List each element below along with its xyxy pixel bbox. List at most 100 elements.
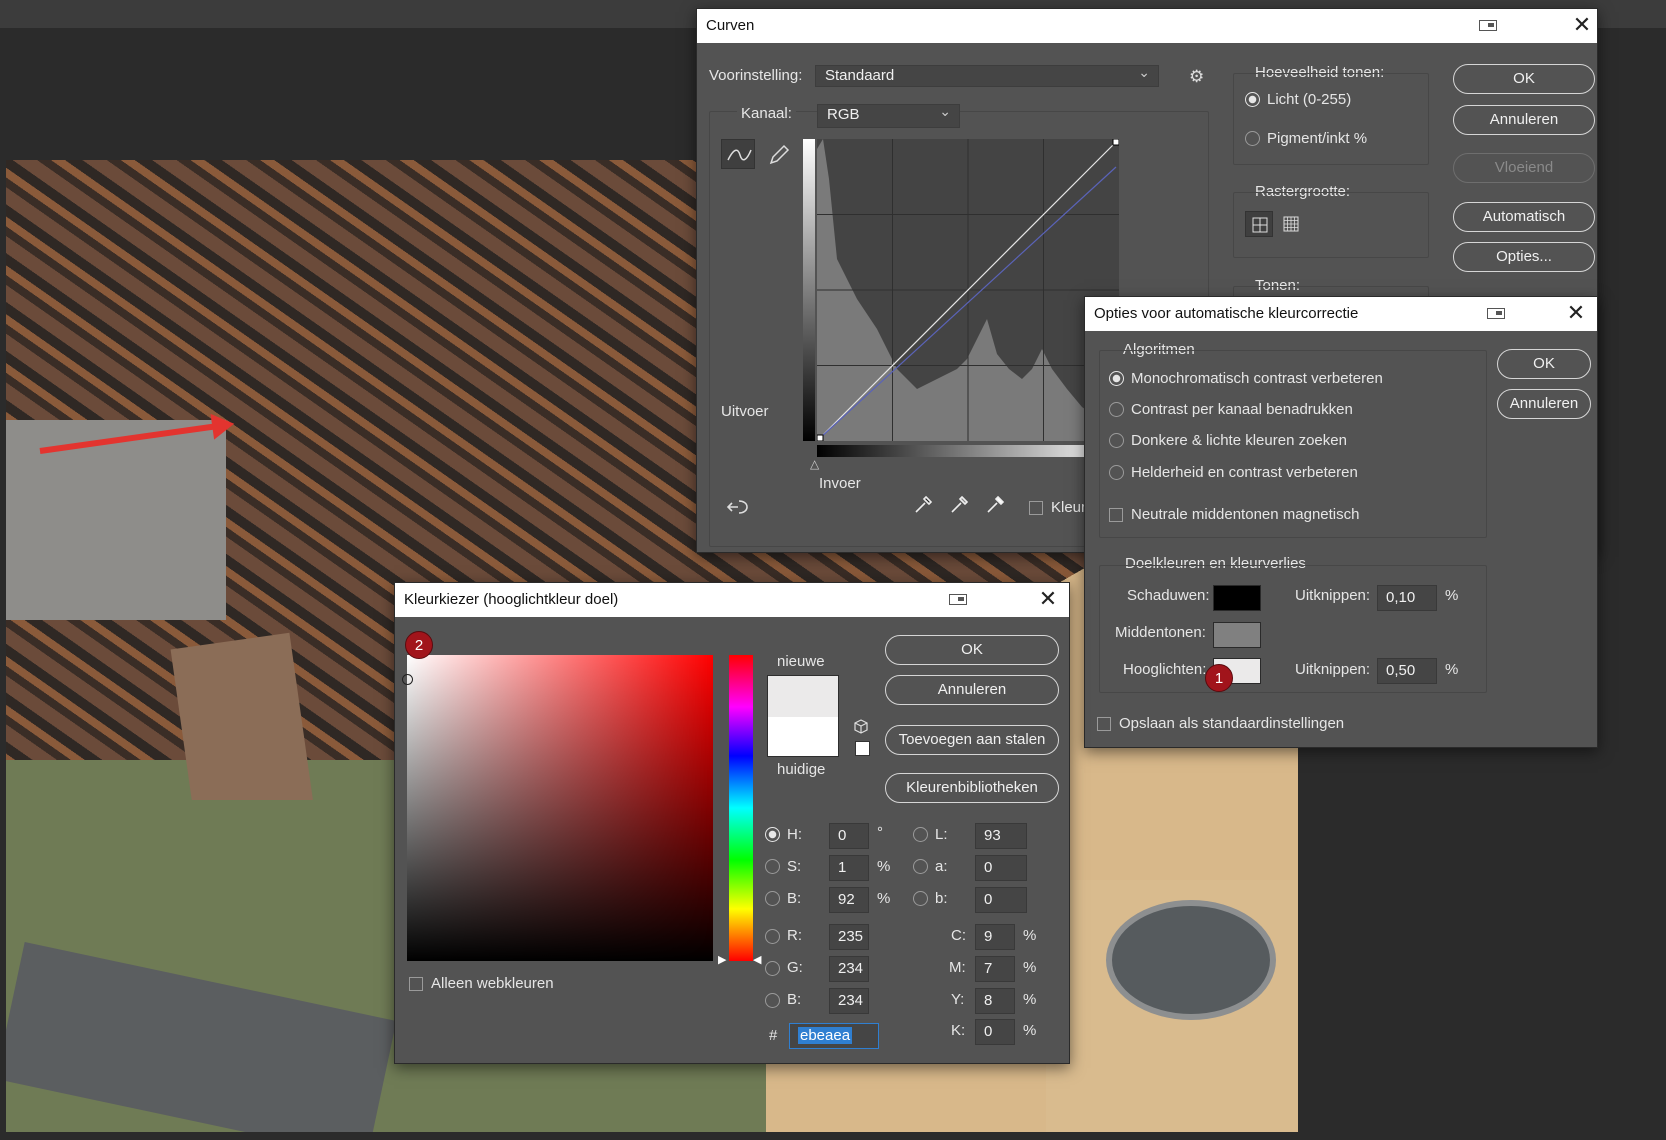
window-mode-icon[interactable] bbox=[949, 594, 967, 605]
shadows-swatch[interactable] bbox=[1213, 585, 1261, 611]
auto-options-ok-button[interactable]: OK bbox=[1497, 349, 1591, 379]
l-value: 93 bbox=[984, 827, 1001, 844]
algorithm-radio-1[interactable] bbox=[1109, 402, 1124, 417]
curve-point-tool[interactable] bbox=[721, 139, 755, 169]
clip-highlights-input[interactable]: 0,50 bbox=[1377, 658, 1437, 684]
snap-neutral-checkbox[interactable] bbox=[1109, 508, 1123, 522]
hex-hash-label: # bbox=[769, 1027, 778, 1044]
r-input[interactable]: 235 bbox=[829, 924, 869, 950]
window-mode-icon[interactable] bbox=[1487, 308, 1505, 319]
m-input[interactable]: 7 bbox=[975, 956, 1015, 982]
black-eyedropper-icon[interactable] bbox=[913, 493, 935, 515]
picker-cancel-button[interactable]: Annuleren bbox=[885, 675, 1059, 705]
curve-point-black[interactable] bbox=[817, 434, 824, 441]
pigment-radio[interactable] bbox=[1245, 131, 1260, 146]
algorithm-label-2: Donkere & lichte kleuren zoeken bbox=[1131, 432, 1347, 449]
lab-b-radio[interactable] bbox=[913, 891, 928, 906]
curve-point-white[interactable] bbox=[1112, 139, 1119, 146]
g-radio[interactable] bbox=[765, 961, 780, 976]
y-value: 8 bbox=[984, 992, 993, 1009]
algorithm-radio-0[interactable] bbox=[1109, 371, 1124, 386]
lab-b-input[interactable]: 0 bbox=[975, 887, 1027, 913]
output-gradient-bar bbox=[803, 139, 815, 441]
color-field[interactable] bbox=[407, 655, 713, 961]
light-radio[interactable] bbox=[1245, 92, 1260, 107]
hue-slider-right-handle[interactable]: ◀ bbox=[753, 953, 761, 966]
g-value: 234 bbox=[838, 960, 864, 977]
smooth-button[interactable]: Vloeiend bbox=[1453, 153, 1595, 183]
channel-select[interactable]: RGB bbox=[817, 101, 960, 128]
bv-input[interactable]: 92 bbox=[829, 887, 869, 913]
picker-ok-button[interactable]: OK bbox=[885, 635, 1059, 665]
bv-radio[interactable] bbox=[765, 891, 780, 906]
new-color-swatch bbox=[767, 675, 839, 717]
algorithm-radio-2[interactable] bbox=[1109, 433, 1124, 448]
m-value: 7 bbox=[984, 960, 993, 977]
color-field-cursor[interactable] bbox=[402, 674, 413, 685]
a-input[interactable]: 0 bbox=[975, 855, 1027, 881]
midtones-swatch[interactable] bbox=[1213, 622, 1261, 648]
clip-shadows-input[interactable]: 0,10 bbox=[1377, 585, 1437, 611]
curves-ok-button[interactable]: OK bbox=[1453, 64, 1595, 94]
bb-value: 234 bbox=[838, 992, 864, 1009]
k-input[interactable]: 0 bbox=[975, 1019, 1015, 1045]
picker-titlebar: Kleurkiezer (hooglichtkleur doel) ✕ bbox=[395, 583, 1069, 617]
save-default-checkbox[interactable] bbox=[1097, 717, 1111, 731]
bv-value: 92 bbox=[838, 891, 855, 908]
show-clipping-label: Kleur bbox=[1051, 499, 1087, 516]
algorithm-radio-3[interactable] bbox=[1109, 465, 1124, 480]
output-label: Uitvoer bbox=[721, 403, 769, 420]
h-radio[interactable] bbox=[765, 827, 780, 842]
current-color-label: huidige bbox=[777, 761, 826, 778]
annotation-badge-2: 2 bbox=[405, 631, 433, 659]
grid-simple-icon[interactable] bbox=[1245, 211, 1273, 237]
web-safe-swatch[interactable] bbox=[855, 741, 870, 756]
auto-button[interactable]: Automatisch bbox=[1453, 202, 1595, 232]
hex-value: ebeaea bbox=[798, 1027, 853, 1044]
grid-detailed-icon[interactable] bbox=[1277, 211, 1305, 237]
add-to-swatches-button[interactable]: Toevoegen aan stalen bbox=[885, 725, 1059, 755]
preset-select[interactable]: Standaard bbox=[815, 62, 1159, 87]
web-only-checkbox[interactable] bbox=[409, 977, 423, 991]
l-radio[interactable] bbox=[913, 827, 928, 842]
on-image-adjust-icon[interactable] bbox=[725, 495, 751, 517]
c-input[interactable]: 9 bbox=[975, 924, 1015, 950]
pencil-icon[interactable] bbox=[767, 143, 791, 167]
curves-graph[interactable] bbox=[817, 139, 1119, 441]
channel-label: Kanaal: bbox=[737, 105, 796, 122]
close-icon[interactable]: ✕ bbox=[1033, 583, 1063, 617]
preset-value: Standaard bbox=[825, 67, 895, 84]
window-mode-icon[interactable] bbox=[1479, 20, 1497, 31]
lab-b-label: b: bbox=[935, 890, 948, 907]
color-libraries-button[interactable]: Kleurenbibliotheken bbox=[885, 773, 1059, 803]
y-label: Y: bbox=[951, 991, 965, 1008]
auto-options-cancel-button[interactable]: Annuleren bbox=[1497, 389, 1591, 419]
hue-slider-left-handle[interactable]: ▶ bbox=[718, 953, 726, 966]
options-button[interactable]: Opties... bbox=[1453, 242, 1595, 272]
s-radio[interactable] bbox=[765, 859, 780, 874]
gray-eyedropper-icon[interactable] bbox=[949, 493, 971, 515]
close-icon[interactable]: ✕ bbox=[1561, 297, 1591, 331]
bb-radio[interactable] bbox=[765, 993, 780, 1008]
bb-input[interactable]: 234 bbox=[829, 988, 869, 1014]
show-clipping-checkbox[interactable] bbox=[1029, 501, 1043, 515]
cube-icon[interactable] bbox=[853, 719, 869, 735]
l-input[interactable]: 93 bbox=[975, 823, 1027, 849]
a-radio[interactable] bbox=[913, 859, 928, 874]
h-input[interactable]: 0 bbox=[829, 823, 869, 849]
curves-cancel-button[interactable]: Annuleren bbox=[1453, 105, 1595, 135]
g-input[interactable]: 234 bbox=[829, 956, 869, 982]
close-icon[interactable]: ✕ bbox=[1567, 9, 1597, 43]
black-point-slider[interactable]: △ bbox=[810, 457, 819, 471]
web-only-label: Alleen webkleuren bbox=[431, 975, 554, 992]
hex-input[interactable]: ebeaea bbox=[789, 1023, 879, 1049]
white-eyedropper-icon[interactable] bbox=[985, 493, 1007, 515]
y-input[interactable]: 8 bbox=[975, 988, 1015, 1014]
h-unit: ° bbox=[877, 824, 883, 841]
hue-slider[interactable] bbox=[729, 655, 753, 961]
current-color-swatch[interactable] bbox=[767, 717, 839, 757]
r-radio[interactable] bbox=[765, 929, 780, 944]
gear-icon[interactable]: ⚙ bbox=[1189, 67, 1204, 87]
lab-b-value: 0 bbox=[984, 891, 993, 908]
s-input[interactable]: 1 bbox=[829, 855, 869, 881]
